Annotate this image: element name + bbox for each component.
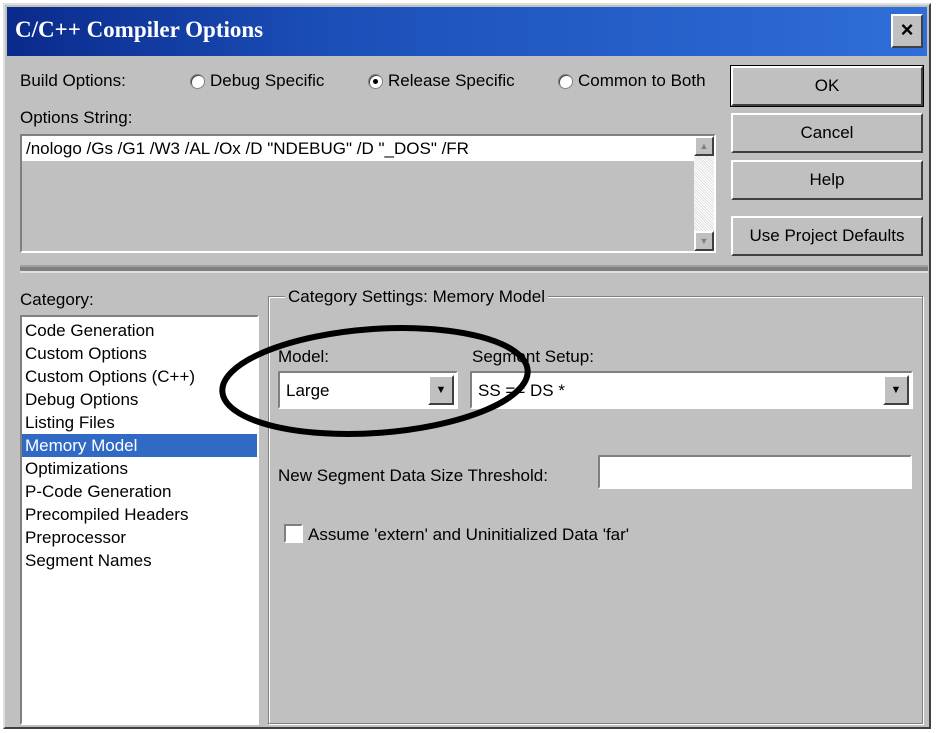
chevron-down-icon[interactable]: ▼ [883, 375, 909, 405]
segment-setup-label: Segment Setup: [472, 347, 594, 366]
compiler-options-dialog: C/C++ Compiler Options × Build Options: … [3, 3, 931, 729]
close-button[interactable]: × [891, 14, 923, 48]
radio-button[interactable] [190, 74, 205, 89]
window-title: C/C++ Compiler Options [15, 17, 264, 42]
category-item[interactable]: Custom Options [22, 342, 257, 365]
assume-extern-label: Assume 'extern' and Uninitialized Data '… [308, 525, 630, 544]
use-project-defaults-button[interactable]: Use Project Defaults [731, 216, 923, 256]
chevron-down-icon[interactable]: ▼ [428, 375, 454, 405]
category-label: Category: [20, 290, 94, 309]
category-item-selected[interactable]: Memory Model [22, 434, 257, 457]
threshold-label: New Segment Data Size Threshold: [278, 466, 548, 485]
title-bar: C/C++ Compiler Options × [7, 7, 927, 56]
threshold-input[interactable] [598, 455, 912, 489]
ok-button[interactable]: OK [730, 65, 924, 107]
radio-release-label: Release Specific [388, 71, 515, 90]
model-label: Model: [278, 347, 330, 366]
options-string-value[interactable]: /nologo /Gs /G1 /W3 /AL /Ox /D "NDEBUG" … [22, 136, 694, 161]
category-item[interactable]: Custom Options (C++) [22, 365, 257, 388]
category-item[interactable]: Debug Options [22, 388, 257, 411]
help-button[interactable]: Help [731, 160, 923, 200]
radio-button-selected[interactable] [368, 74, 383, 89]
radio-common-label: Common to Both [578, 71, 706, 90]
category-item[interactable]: Optimizations [22, 457, 257, 480]
category-item[interactable]: P-Code Generation [22, 480, 257, 503]
model-value: Large [286, 381, 330, 400]
scroll-down-icon[interactable]: ▼ [694, 231, 714, 251]
options-string-field[interactable]: /nologo /Gs /G1 /W3 /AL /Ox /D "NDEBUG" … [20, 134, 716, 253]
category-item[interactable]: Segment Names [22, 549, 257, 572]
category-item[interactable]: Listing Files [22, 411, 257, 434]
segment-setup-dropdown[interactable]: SS == DS * ▼ [470, 371, 913, 409]
cancel-button[interactable]: Cancel [731, 113, 923, 153]
separator-bar [20, 265, 928, 273]
scroll-up-icon[interactable]: ▲ [694, 136, 714, 156]
segment-setup-value: SS == DS * [478, 381, 565, 400]
assume-extern-checkbox[interactable] [284, 524, 303, 543]
radio-debug-label: Debug Specific [210, 71, 325, 90]
category-item[interactable]: Code Generation [22, 319, 257, 342]
category-settings-group [268, 296, 923, 724]
category-list[interactable]: Code Generation Custom Options Custom Op… [20, 315, 259, 725]
category-settings-title: Category Settings: Memory Model [285, 287, 548, 307]
radio-button[interactable] [558, 74, 573, 89]
category-item[interactable]: Precompiled Headers [22, 503, 257, 526]
category-item[interactable]: Preprocessor [22, 526, 257, 549]
options-string-label: Options String: [20, 108, 133, 127]
options-scrollbar[interactable]: ▲ ▼ [694, 136, 714, 251]
model-dropdown[interactable]: Large ▼ [278, 371, 458, 409]
build-options-label: Build Options: [20, 71, 126, 90]
